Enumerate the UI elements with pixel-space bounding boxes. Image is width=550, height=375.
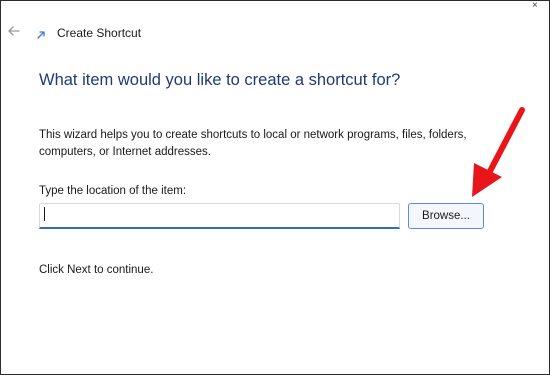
location-label: Type the location of the item: [39,185,187,197]
browse-button[interactable]: Browse... [408,203,484,229]
title-bar: Create Shortcut × [1,1,549,41]
back-button[interactable] [7,24,25,42]
back-arrow-icon [8,26,20,36]
red-arrow-annotation [472,107,525,197]
text-caret [44,207,45,221]
close-icon[interactable]: × [532,1,544,13]
window-title: Create Shortcut [57,26,142,40]
continue-hint: Click Next to continue. [39,264,154,276]
page-heading: What item would you like to create a sho… [39,71,401,89]
wizard-description: This wizard helps you to create shortcut… [39,129,467,158]
location-input[interactable] [39,203,400,229]
shortcut-icon [37,31,45,39]
